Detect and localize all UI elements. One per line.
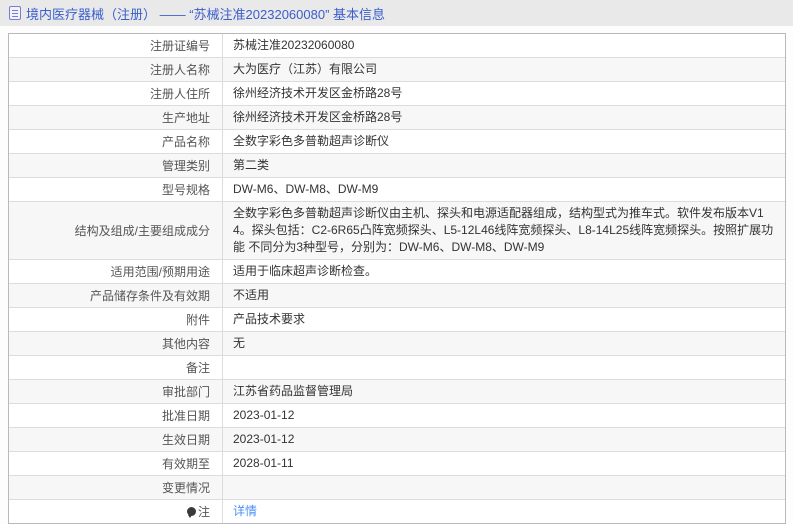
row-label-text: 审批部门 — [161, 385, 210, 399]
row-label: 有效期至 — [9, 452, 223, 475]
table-row: 注册人名称 大为医疗（江苏）有限公司 — [9, 57, 785, 81]
row-label-text: 适用范围/预期用途 — [110, 265, 210, 279]
row-value: 不适用 — [223, 284, 785, 307]
row-label: 其他内容 — [9, 332, 223, 355]
row-value-text: 大为医疗（江苏）有限公司 — [233, 62, 378, 76]
row-label-text: 结构及组成/主要组成成分 — [74, 224, 210, 238]
row-label: 适用范围/预期用途 — [9, 260, 223, 283]
row-value-text: DW-M6、DW-M8、DW-M9 — [233, 182, 379, 196]
row-value: 苏械注准20232060080 — [223, 34, 785, 57]
row-value-text: 无 — [233, 336, 246, 350]
row-label: 型号规格 — [9, 178, 223, 201]
row-value-text: 2023-01-12 — [233, 432, 295, 446]
row-value: 全数字彩色多普勒超声诊断仪由主机、探头和电源适配器组成，结构型式为推车式。软件发… — [223, 202, 785, 259]
row-value: 江苏省药品监督管理局 — [223, 380, 785, 403]
row-value-text: 徐州经济技术开发区金桥路28号 — [233, 110, 403, 124]
row-value-text: 第二类 — [233, 158, 270, 172]
table-row: 适用范围/预期用途 适用于临床超声诊断检查。 — [9, 259, 785, 283]
row-label: 注册人住所 — [9, 82, 223, 105]
row-value: DW-M6、DW-M8、DW-M9 — [223, 178, 785, 201]
row-label-text: 有效期至 — [161, 457, 210, 471]
row-label: 审批部门 — [9, 380, 223, 403]
row-value: 详情 — [223, 500, 785, 523]
page-header: 境内医疗器械（注册） —— “苏械注准20232060080” 基本信息 — [0, 0, 793, 26]
row-value: 无 — [223, 332, 785, 355]
row-label: 注册证编号 — [9, 34, 223, 57]
row-label: 生产地址 — [9, 106, 223, 129]
row-label-text: 产品名称 — [161, 135, 210, 149]
row-value-text: 全数字彩色多普勒超声诊断仪 — [233, 134, 390, 148]
row-label: 产品名称 — [9, 130, 223, 153]
note-icon — [186, 507, 196, 518]
table-row: 管理类别 第二类 — [9, 153, 785, 177]
row-label-text: 注册证编号 — [149, 39, 210, 53]
row-label-text: 其他内容 — [161, 337, 210, 351]
table-row: 有效期至 2028-01-11 — [9, 451, 785, 475]
row-label: 注册人名称 — [9, 58, 223, 81]
table-row: 结构及组成/主要组成成分 全数字彩色多普勒超声诊断仪由主机、探头和电源适配器组成，… — [9, 201, 785, 259]
row-label-text: 备注 — [185, 361, 210, 375]
row-label-text: 批准日期 — [161, 409, 210, 423]
page-title: 境内医疗器械（注册） —— “苏械注准20232060080” 基本信息 — [26, 6, 386, 22]
table-row: 注 详情 — [9, 499, 785, 523]
row-label-text: 产品储存条件及有效期 — [89, 289, 210, 303]
table-row: 型号规格 DW-M6、DW-M8、DW-M9 — [9, 177, 785, 201]
row-value: 产品技术要求 — [223, 308, 785, 331]
row-label: 备注 — [9, 356, 223, 379]
row-label-text: 生效日期 — [161, 433, 210, 447]
row-label: 结构及组成/主要组成成分 — [9, 202, 223, 259]
row-value: 徐州经济技术开发区金桥路28号 — [223, 82, 785, 105]
registration-info-table: 注册证编号 苏械注准20232060080 注册人名称 大为医疗（江苏）有限公司 注册人… — [8, 33, 786, 524]
row-value-text: 苏械注准20232060080 — [233, 38, 355, 52]
row-label-text: 变更情况 — [161, 481, 210, 495]
row-value-text: 适用于临床超声诊断检查。 — [233, 264, 378, 278]
row-value-text: 江苏省药品监督管理局 — [233, 384, 354, 398]
row-label-text: 注 — [197, 505, 210, 519]
row-label: 生效日期 — [9, 428, 223, 451]
table-row: 附件 产品技术要求 — [9, 307, 785, 331]
table-row: 生效日期 2023-01-12 — [9, 427, 785, 451]
table-row: 批准日期 2023-01-12 — [9, 403, 785, 427]
row-value — [223, 476, 785, 499]
row-label: 变更情况 — [9, 476, 223, 499]
row-label: 产品储存条件及有效期 — [9, 284, 223, 307]
row-label-text: 型号规格 — [161, 183, 210, 197]
table-row: 其他内容 无 — [9, 331, 785, 355]
row-label: 注 — [9, 500, 223, 523]
table-row: 变更情况 — [9, 475, 785, 499]
table-row: 产品名称 全数字彩色多普勒超声诊断仪 — [9, 129, 785, 153]
row-value: 2023-01-12 — [223, 404, 785, 427]
table-row: 注册证编号 苏械注准20232060080 — [9, 34, 785, 57]
row-label-text: 注册人住所 — [149, 87, 210, 101]
row-value-text: 全数字彩色多普勒超声诊断仪由主机、探头和电源适配器组成，结构型式为推车式。软件发… — [233, 206, 774, 254]
table-row: 审批部门 江苏省药品监督管理局 — [9, 379, 785, 403]
table-row: 生产地址 徐州经济技术开发区金桥路28号 — [9, 105, 785, 129]
table-row: 注册人住所 徐州经济技术开发区金桥路28号 — [9, 81, 785, 105]
row-value: 2023-01-12 — [223, 428, 785, 451]
row-value-text: 不适用 — [233, 288, 270, 302]
row-value-text: 产品技术要求 — [233, 312, 306, 326]
row-value: 大为医疗（江苏）有限公司 — [223, 58, 785, 81]
table-row: 备注 — [9, 355, 785, 379]
row-value-text: 徐州经济技术开发区金桥路28号 — [233, 86, 403, 100]
row-label-text: 生产地址 — [161, 111, 210, 125]
row-label-text: 附件 — [185, 313, 210, 327]
row-label: 管理类别 — [9, 154, 223, 177]
row-value — [223, 356, 785, 379]
document-icon — [9, 6, 21, 20]
row-label-text: 管理类别 — [161, 159, 210, 173]
row-value: 全数字彩色多普勒超声诊断仪 — [223, 130, 785, 153]
table-row: 产品储存条件及有效期 不适用 — [9, 283, 785, 307]
row-label-text: 注册人名称 — [149, 63, 210, 77]
row-value: 第二类 — [223, 154, 785, 177]
row-label: 批准日期 — [9, 404, 223, 427]
row-value: 2028-01-11 — [223, 452, 785, 475]
row-value: 徐州经济技术开发区金桥路28号 — [223, 106, 785, 129]
row-value-text: 2023-01-12 — [233, 408, 295, 422]
row-value: 适用于临床超声诊断检查。 — [223, 260, 785, 283]
row-value-text: 2028-01-11 — [233, 456, 294, 470]
row-label: 附件 — [9, 308, 223, 331]
details-link[interactable]: 详情 — [233, 503, 257, 520]
